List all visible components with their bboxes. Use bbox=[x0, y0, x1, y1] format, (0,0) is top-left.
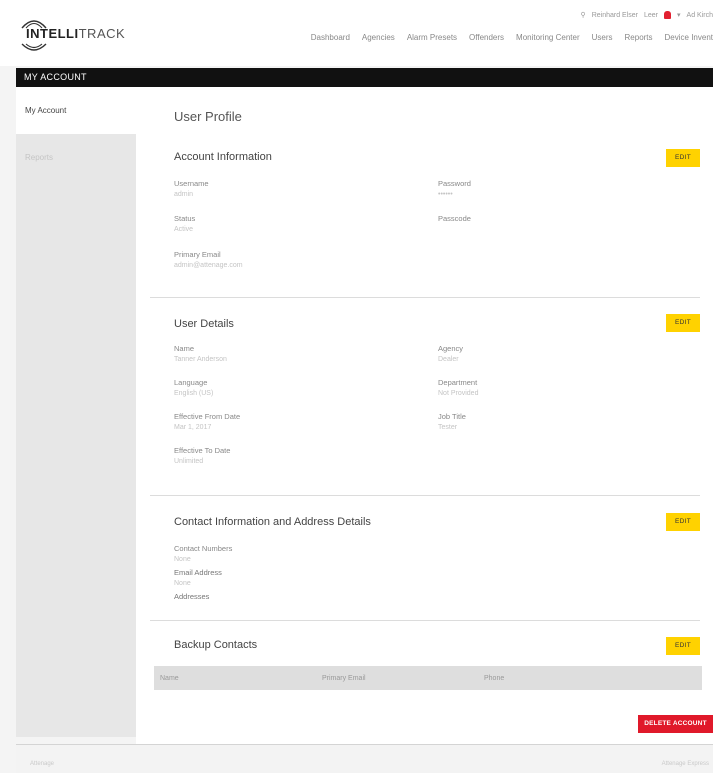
edit-account-button[interactable]: EDIT bbox=[666, 149, 700, 167]
backup-contacts-table-header: Name Primary Email Phone bbox=[154, 666, 702, 690]
field-value: None bbox=[174, 556, 191, 563]
field-label: Addresses bbox=[174, 592, 210, 601]
job-title-field: Job Title Tester bbox=[438, 412, 638, 434]
backup-contacts-section: Backup Contacts EDIT bbox=[150, 620, 700, 710]
field-label: Effective From Date bbox=[174, 412, 241, 421]
main-panel: User Profile Account Information EDIT Us… bbox=[136, 87, 713, 744]
brand-name-bold: INTELLI bbox=[26, 26, 79, 41]
field-label: Job Title bbox=[438, 412, 466, 421]
column-header-name[interactable]: Name bbox=[160, 675, 179, 682]
field-label: Email Address bbox=[174, 568, 222, 577]
field-value: Mar 1, 2017 bbox=[174, 424, 212, 431]
language-field: Language English (US) bbox=[174, 378, 374, 400]
top-utility-bar: ⚲ Reinhard Elser Leer ▾ Ad Kirch bbox=[581, 8, 713, 22]
section-title: Account Information bbox=[174, 151, 272, 163]
page-banner: MY ACCOUNT bbox=[16, 68, 713, 87]
section-title: User Details bbox=[174, 318, 234, 330]
primary-email-field: Primary Email admin@attenage.com bbox=[174, 250, 374, 272]
main-nav: Dashboard Agencies Alarm Presets Offende… bbox=[311, 33, 713, 42]
field-value: Unlimited bbox=[174, 458, 204, 465]
edit-backup-button[interactable]: EDIT bbox=[666, 637, 700, 655]
field-label: Passcode bbox=[438, 214, 471, 223]
contact-numbers-field: Contact Numbers None bbox=[174, 544, 374, 566]
status-field: Status Active bbox=[174, 214, 374, 236]
field-value: Active bbox=[174, 226, 194, 233]
edit-details-button[interactable]: EDIT bbox=[666, 314, 700, 332]
user-details-section: User Details EDIT Name Tanner Anderson A… bbox=[150, 297, 700, 495]
chevron-down-icon[interactable]: ▾ bbox=[677, 11, 681, 19]
nav-item-offenders[interactable]: Offenders bbox=[469, 33, 504, 42]
department-field: Department Not Provided bbox=[438, 378, 638, 400]
effective-to-field: Effective To Date Unlimited bbox=[174, 446, 374, 468]
search-icon[interactable]: ⚲ bbox=[581, 11, 586, 19]
field-value: •••••• bbox=[438, 191, 453, 198]
name-field: Name Tanner Anderson bbox=[174, 344, 374, 366]
field-label: Name bbox=[174, 344, 195, 353]
page-footer: Attenage Attenage Express bbox=[16, 744, 713, 773]
sidebar: My Account Reports bbox=[16, 87, 136, 737]
nav-item-alarm-presets[interactable]: Alarm Presets bbox=[407, 33, 457, 42]
field-value: English (US) bbox=[174, 390, 214, 397]
field-label: Contact Numbers bbox=[174, 544, 233, 553]
username-field: Username admin bbox=[174, 179, 374, 201]
footer-right-text: Attenage Express bbox=[661, 761, 709, 767]
edit-contact-button[interactable]: EDIT bbox=[666, 513, 700, 531]
email-address-field: Email Address None bbox=[174, 568, 374, 590]
field-value: Not Provided bbox=[438, 390, 479, 397]
agency-field: Agency Dealer bbox=[438, 344, 638, 366]
column-header-primary-email[interactable]: Primary Email bbox=[322, 675, 366, 682]
brand-name-rest: TRACK bbox=[78, 26, 126, 41]
app-header: INTELLITRACK ⚲ Reinhard Elser Leer ▾ Ad … bbox=[0, 0, 713, 66]
footer-left-text: Attenage bbox=[30, 761, 55, 767]
field-value: Tester bbox=[438, 424, 458, 431]
passcode-field: Passcode bbox=[438, 214, 638, 224]
section-title: Contact Information and Address Details bbox=[174, 516, 371, 528]
top-search-label[interactable]: Reinhard Elser bbox=[592, 12, 638, 19]
field-label: Agency bbox=[438, 344, 464, 353]
addresses-field: Addresses bbox=[174, 592, 374, 602]
column-header-phone[interactable]: Phone bbox=[484, 675, 504, 682]
sidebar-item-my-account[interactable]: My Account bbox=[16, 87, 136, 134]
field-label: Status bbox=[174, 214, 196, 223]
brand-name: INTELLITRACK bbox=[26, 26, 125, 41]
bell-icon[interactable] bbox=[664, 11, 672, 19]
nav-item-device-inventory[interactable]: Device Invent bbox=[665, 33, 713, 42]
effective-from-field: Effective From Date Mar 1, 2017 bbox=[174, 412, 374, 434]
nav-item-reports[interactable]: Reports bbox=[625, 33, 653, 42]
field-value: admin bbox=[174, 191, 194, 198]
password-field: Password •••••• bbox=[438, 179, 638, 201]
field-label: Language bbox=[174, 378, 208, 387]
field-value: admin@attenage.com bbox=[174, 262, 243, 269]
field-label: Department bbox=[438, 378, 478, 387]
field-label: Password bbox=[438, 179, 471, 188]
section-title: Backup Contacts bbox=[174, 639, 258, 651]
top-user-name[interactable]: Ad Kirch bbox=[687, 12, 713, 19]
contact-information-section: Contact Information and Address Details … bbox=[150, 495, 700, 620]
sidebar-item-reports[interactable]: Reports bbox=[16, 134, 136, 181]
field-value: Tanner Anderson bbox=[174, 356, 227, 363]
top-user-label[interactable]: Leer bbox=[644, 12, 658, 19]
field-label: Primary Email bbox=[174, 250, 221, 259]
delete-account-button[interactable]: DELETE ACCOUNT bbox=[638, 715, 713, 733]
field-label: Username bbox=[174, 179, 209, 188]
field-value: Dealer bbox=[438, 356, 459, 363]
field-label: Effective To Date bbox=[174, 446, 231, 455]
nav-item-dashboard[interactable]: Dashboard bbox=[311, 33, 350, 42]
field-value: None bbox=[174, 580, 191, 587]
nav-item-agencies[interactable]: Agencies bbox=[362, 33, 395, 42]
nav-item-monitoring-center[interactable]: Monitoring Center bbox=[516, 33, 580, 42]
nav-item-users[interactable]: Users bbox=[592, 33, 613, 42]
account-information-section: Account Information EDIT Username admin … bbox=[150, 137, 700, 297]
page-title: User Profile bbox=[174, 109, 242, 124]
